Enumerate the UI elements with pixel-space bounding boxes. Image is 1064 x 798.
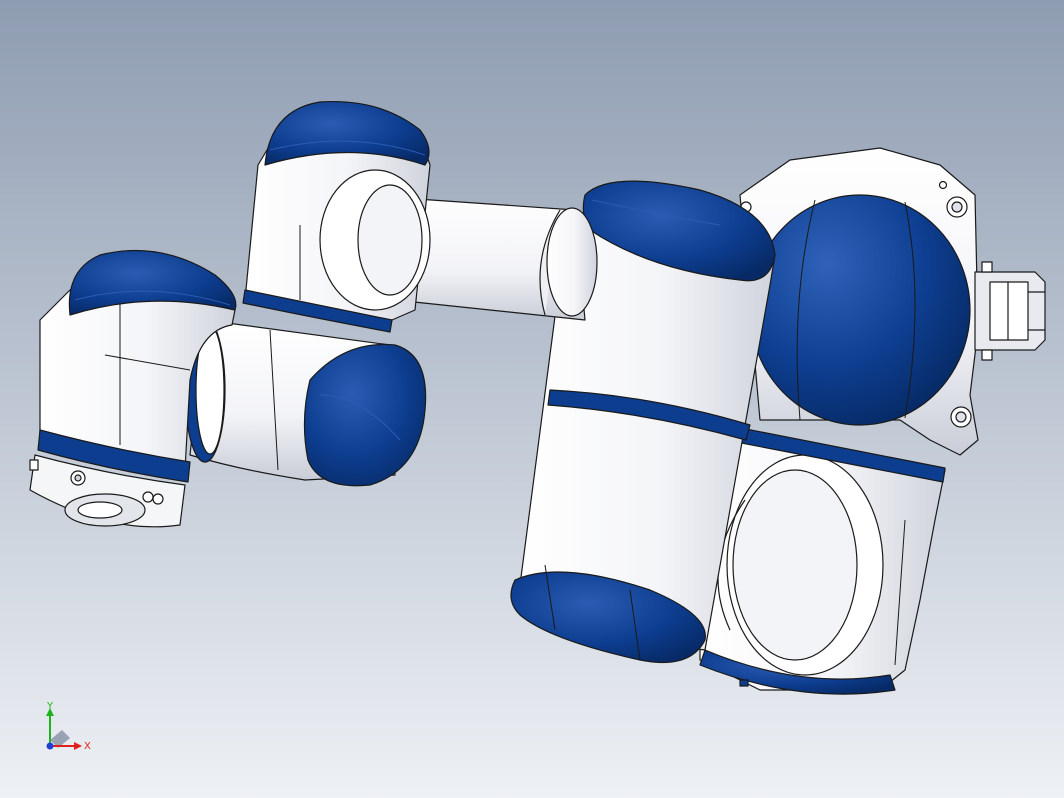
triad-z-axis-icon bbox=[46, 742, 54, 750]
connector-housing[interactable] bbox=[974, 261, 1046, 361]
cad-viewport[interactable]: Y X bbox=[0, 0, 1064, 798]
triad-y-label: Y bbox=[46, 701, 54, 712]
triad-x-label: X bbox=[84, 741, 91, 752]
base-joint-dome[interactable] bbox=[749, 194, 971, 426]
